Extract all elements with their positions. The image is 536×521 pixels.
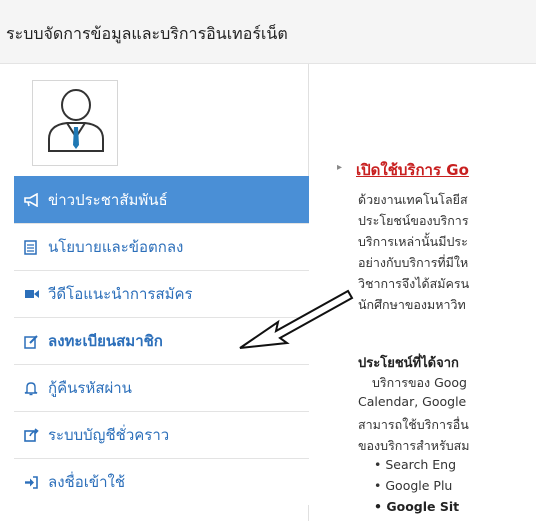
article-title-link[interactable]: เปิดใช้บริการ Go	[356, 158, 469, 182]
sidebar-item-policy[interactable]: นโยบายและข้อตกลง	[14, 223, 309, 270]
top-bar: ระบบจัดการข้อมูลและบริการอินเทอร์เน็ต	[0, 0, 536, 64]
user-avatar-icon	[48, 89, 104, 152]
intro-line: อย่างกับบริการที่มีให	[358, 255, 469, 270]
sidebar-nav: ข่าวประชาสัมพันธ์ นโยบายและข้อตกลง วีดีโ…	[14, 176, 309, 505]
section-heading: ประโยชน์ที่ได้จาก	[358, 356, 459, 371]
edit-icon	[24, 334, 46, 349]
section-line: บริการของ Goog	[372, 375, 467, 390]
intro-line: บริการเหล่านั้นมีประ	[358, 234, 468, 249]
megaphone-icon	[24, 193, 46, 207]
avatar	[32, 80, 118, 166]
sidebar-item-news[interactable]: ข่าวประชาสัมพันธ์	[14, 176, 309, 223]
sidebar-item-label: ลงทะเบียนสมาชิก	[48, 332, 163, 350]
sidebar-item-label: ลงชื่อเข้าใช้	[48, 473, 126, 491]
section-line: Calendar, Google	[358, 394, 467, 409]
sidebar-item-label: กู้คืนรหัสผ่าน	[48, 379, 132, 397]
sidebar-item-label: ข่าวประชาสัมพันธ์	[48, 191, 168, 209]
sidebar-item-temp-account[interactable]: ระบบบัญชีชั่วคราว	[14, 411, 309, 458]
bell-icon	[24, 381, 46, 396]
list-item: • Search Eng	[374, 457, 457, 472]
sidebar-item-recover-password[interactable]: กู้คืนรหัสผ่าน	[14, 364, 309, 411]
list-item: • Google Plu	[374, 478, 453, 493]
list-item-text: Search Eng	[385, 457, 457, 472]
sidebar-item-register[interactable]: ลงทะเบียนสมาชิก	[14, 317, 309, 364]
app-title: ระบบจัดการข้อมูลและบริการอินเทอร์เน็ต	[6, 24, 288, 43]
sidebar-item-label: ระบบบัญชีชั่วคราว	[48, 426, 170, 444]
share-icon	[24, 428, 46, 442]
video-camera-icon	[24, 288, 46, 300]
intro-line: ด้วยงานเทคโนโลยีส	[358, 192, 468, 207]
intro-line: ประโยชน์ของบริการ	[358, 213, 469, 228]
list-item: • Google Sit	[374, 499, 460, 514]
sidebar-item-sign-in[interactable]: ลงชื่อเข้าใช้	[14, 458, 309, 505]
document-icon	[24, 239, 46, 255]
bullet-arrow-icon: ▸	[337, 162, 343, 173]
sidebar-item-label: นโยบายและข้อตกลง	[48, 238, 184, 256]
list-item-text: Google Plu	[385, 478, 453, 493]
section-line: ของบริการสำหรับสม	[358, 438, 470, 453]
sidebar-item-video[interactable]: วีดีโอแนะนำการสมัคร	[14, 270, 309, 317]
sign-in-icon	[24, 475, 46, 489]
sidebar-item-label: วีดีโอแนะนำการสมัคร	[48, 285, 193, 303]
intro-line: นักศึกษาของมหาวิท	[358, 297, 466, 312]
list-item-text: Google Sit	[386, 499, 460, 514]
section-line: สามารถใช้บริการอื่น	[358, 417, 469, 432]
intro-line: วิชาการจึงได้สมัครน	[358, 276, 470, 291]
